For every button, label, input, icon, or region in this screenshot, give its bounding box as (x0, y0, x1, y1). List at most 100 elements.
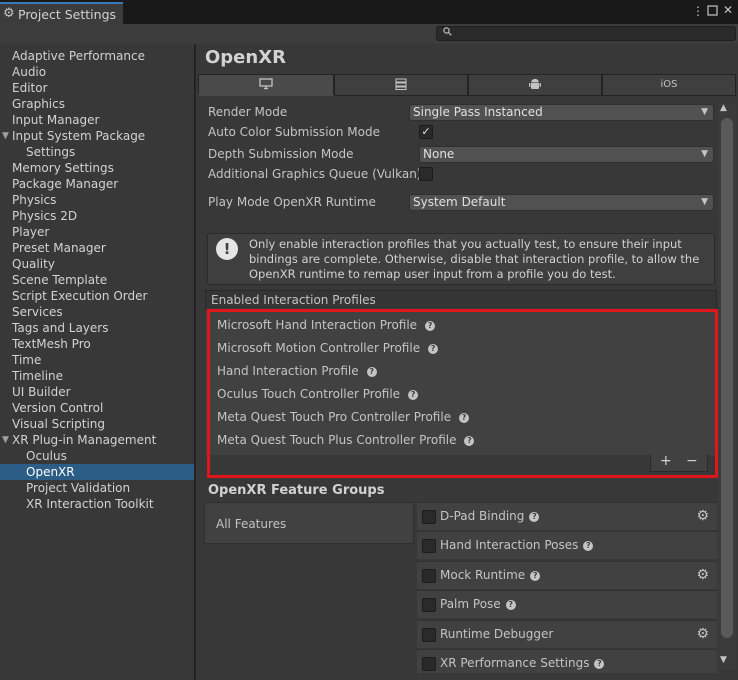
feature-label: Palm Pose? (440, 597, 516, 611)
expand-triangle-icon[interactable]: ▼ (2, 131, 9, 141)
sidebar-item-preset-manager[interactable]: Preset Manager (12, 240, 106, 256)
feature-checkbox[interactable] (422, 569, 436, 583)
kebab-menu-icon[interactable]: ⋮ (692, 4, 704, 18)
depth-submission-label: Depth Submission Mode (208, 147, 354, 161)
sidebar-item-input-manager[interactable]: Input Manager (12, 112, 100, 128)
help-icon[interactable]: ? (594, 658, 605, 669)
highlight-outline (207, 309, 718, 478)
sidebar-item-script-execution-order[interactable]: Script Execution Order (12, 288, 147, 304)
gear-icon: ⚙ (3, 6, 15, 21)
server-icon (395, 78, 407, 90)
feature-row: Palm Pose? (417, 590, 717, 618)
help-text: Only enable interaction profiles that yo… (249, 237, 700, 281)
chevron-down-icon: ▼ (701, 197, 708, 207)
sidebar-item-physics-2d[interactable]: Physics 2D (12, 208, 77, 224)
maximize-icon[interactable] (707, 5, 718, 19)
sidebar-item-services[interactable]: Services (12, 304, 63, 320)
info-icon: ! (216, 238, 238, 260)
profiles-header-label: Enabled Interaction Profiles (211, 293, 376, 307)
sidebar-item-physics[interactable]: Physics (12, 192, 56, 208)
feature-label: XR Performance Settings? (440, 656, 605, 670)
feature-row: D-Pad Binding? ⚙ (417, 502, 717, 530)
help-icon[interactable]: ? (583, 540, 594, 551)
window-title: Project Settings (18, 7, 117, 22)
gear-icon[interactable]: ⚙ (696, 508, 709, 524)
page-title: OpenXR (205, 47, 286, 68)
sidebar-item-audio[interactable]: Audio (12, 64, 46, 80)
graphics-queue-checkbox[interactable] (419, 167, 433, 181)
feature-label: Hand Interaction Poses? (440, 538, 594, 552)
close-icon[interactable]: ✕ (723, 3, 733, 17)
feature-checkbox[interactable] (422, 598, 436, 612)
render-mode-label: Render Mode (208, 105, 288, 119)
feature-checkbox[interactable] (422, 657, 436, 671)
sidebar-item-package-manager[interactable]: Package Manager (12, 176, 118, 192)
sidebar-item-xr-interaction-toolkit[interactable]: XR Interaction Toolkit (26, 496, 154, 512)
checkmark-icon: ✓ (421, 125, 431, 138)
feature-label: Mock Runtime? (440, 568, 541, 582)
help-icon[interactable]: ? (530, 570, 541, 581)
render-mode-value: Single Pass Instanced (413, 105, 543, 119)
tab-ios[interactable]: iOS (602, 74, 736, 96)
search-icon (443, 27, 452, 39)
auto-color-checkbox[interactable]: ✓ (419, 125, 433, 139)
sidebar-item-textmesh-pro[interactable]: TextMesh Pro (12, 336, 91, 352)
feature-label: D-Pad Binding? (440, 509, 540, 523)
sidebar-item-time[interactable]: Time (12, 352, 41, 368)
window-tab[interactable]: ⚙ Project Settings (0, 2, 123, 24)
gear-icon[interactable]: ⚙ (696, 626, 709, 642)
feature-checkbox[interactable] (422, 628, 436, 642)
feature-group-all[interactable]: All Features (204, 502, 414, 544)
expand-triangle-icon[interactable]: ▼ (2, 435, 9, 445)
play-mode-runtime-dropdown[interactable]: System Default ▼ (409, 194, 714, 211)
sidebar-item-timeline[interactable]: Timeline (12, 368, 63, 384)
tab-android[interactable] (468, 74, 602, 96)
android-icon (529, 78, 541, 90)
depth-submission-dropdown[interactable]: None ▼ (419, 146, 714, 163)
sidebar-item-openxr[interactable]: OpenXR (0, 464, 194, 480)
sidebar-item-player[interactable]: Player (12, 224, 49, 240)
tab-server[interactable] (334, 74, 468, 96)
feature-checkbox[interactable] (422, 539, 436, 553)
tab-standalone[interactable] (198, 74, 334, 96)
search-input[interactable] (436, 26, 736, 41)
sidebar-item-input-system-package[interactable]: Input System Package (12, 128, 145, 144)
sidebar-item-project-validation[interactable]: Project Validation (26, 480, 130, 496)
feature-groups-title: OpenXR Feature Groups (208, 483, 385, 498)
chevron-down-icon: ▼ (701, 149, 708, 159)
sidebar-item-adaptive-performance[interactable]: Adaptive Performance (12, 48, 145, 64)
help-icon[interactable]: ? (505, 599, 516, 610)
feature-row: Runtime Debugger ⚙ (417, 620, 717, 648)
sidebar-item-oculus[interactable]: Oculus (26, 448, 67, 464)
sidebar-item-quality[interactable]: Quality (12, 256, 55, 272)
feature-row: Hand Interaction Poses? (417, 531, 717, 559)
scroll-down-icon[interactable]: ▼ (720, 655, 727, 665)
sidebar-item-settings[interactable]: Settings (26, 144, 75, 160)
desktop-icon (259, 78, 273, 90)
auto-color-label: Auto Color Submission Mode (208, 125, 380, 139)
sidebar-item-visual-scripting[interactable]: Visual Scripting (12, 416, 105, 432)
feature-checkbox[interactable] (422, 510, 436, 524)
profiles-header: Enabled Interaction Profiles (205, 290, 717, 310)
sidebar-item-ui-builder[interactable]: UI Builder (12, 384, 71, 400)
feature-row: XR Performance Settings? (417, 649, 717, 673)
sidebar-item-memory-settings[interactable]: Memory Settings (12, 160, 114, 176)
render-mode-dropdown[interactable]: Single Pass Instanced ▼ (409, 104, 714, 121)
feature-group-all-label: All Features (216, 517, 287, 531)
sidebar-item-xr-plugin-management[interactable]: XR Plug-in Management (12, 432, 156, 448)
sidebar-item-tags-and-layers[interactable]: Tags and Layers (12, 320, 108, 336)
depth-submission-value: None (423, 147, 455, 161)
play-mode-runtime-value: System Default (413, 195, 506, 209)
chevron-down-icon: ▼ (701, 107, 708, 117)
scrollbar-thumb[interactable] (721, 118, 733, 638)
gear-icon[interactable]: ⚙ (696, 567, 709, 583)
graphics-queue-label: Additional Graphics Queue (Vulkan) (208, 167, 422, 181)
sidebar-item-editor[interactable]: Editor (12, 80, 48, 96)
scroll-up-icon[interactable]: ▲ (720, 103, 727, 113)
help-icon[interactable]: ? (529, 511, 540, 522)
play-mode-runtime-label: Play Mode OpenXR Runtime (208, 195, 376, 209)
sidebar-item-version-control[interactable]: Version Control (12, 400, 103, 416)
feature-row: Mock Runtime? ⚙ (417, 561, 717, 589)
sidebar-item-scene-template[interactable]: Scene Template (12, 272, 107, 288)
sidebar-item-graphics[interactable]: Graphics (12, 96, 65, 112)
